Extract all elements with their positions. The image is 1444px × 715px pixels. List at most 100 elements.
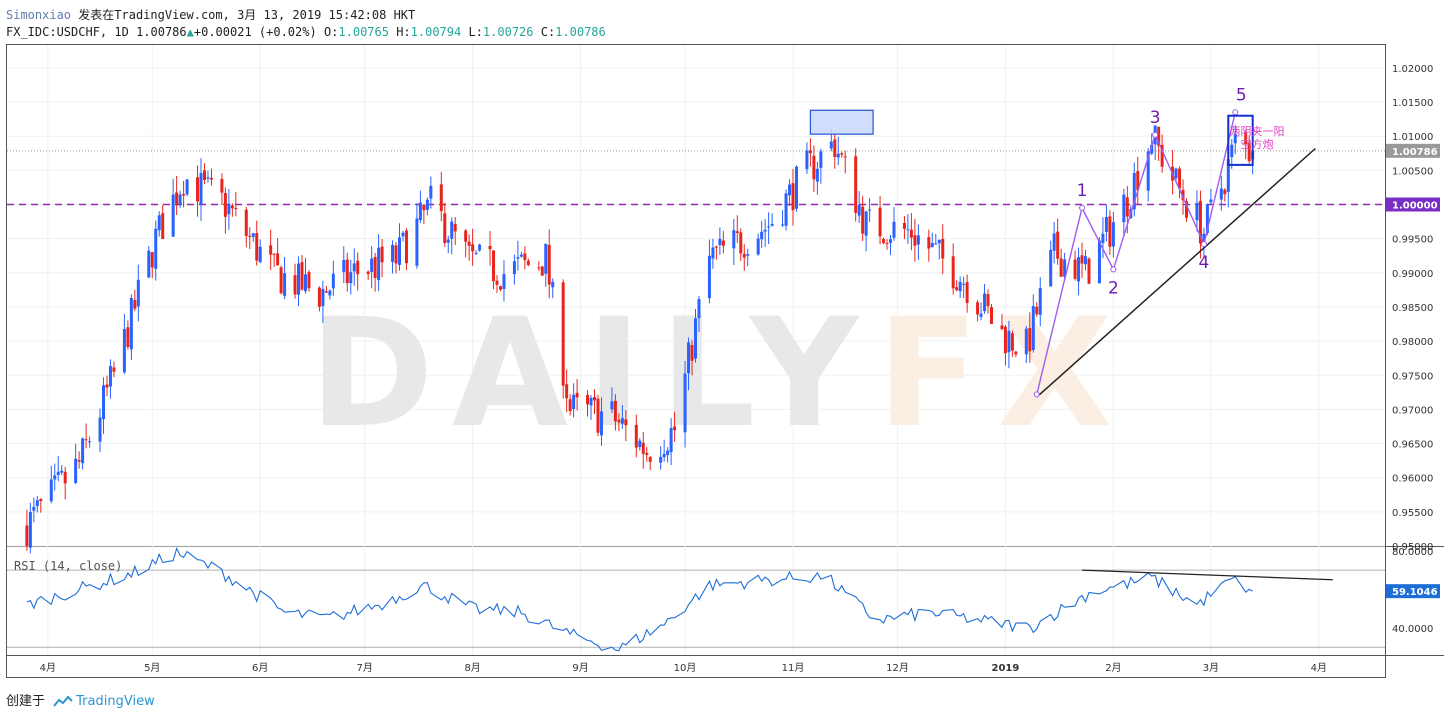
candle-body (885, 243, 889, 245)
candle-body (836, 153, 840, 158)
price-tick-label: 1.01500 (1392, 98, 1433, 109)
price-tick-label: 1.02000 (1392, 64, 1433, 75)
candle-body (669, 428, 673, 453)
candle-body (425, 199, 429, 210)
candle-body (202, 170, 206, 180)
candle-body (613, 400, 617, 422)
candle-body (283, 273, 287, 296)
candle-body (666, 450, 670, 456)
candle-body (147, 250, 151, 278)
candle-body (962, 283, 966, 285)
rsi-tick-label: 80.0000 (1392, 547, 1433, 558)
candle-body (1080, 255, 1084, 264)
wave-label: 1 (1077, 181, 1088, 201)
candle-body (133, 299, 137, 309)
candle-body (391, 244, 395, 262)
candle-body (1104, 217, 1108, 232)
candle-body (1000, 325, 1004, 330)
candle-body (251, 233, 255, 237)
wave-point (1110, 266, 1117, 273)
candle-body (1108, 216, 1112, 247)
candle-body (345, 259, 349, 284)
candle-body (788, 184, 792, 196)
candle-body (732, 230, 736, 249)
candle-body (150, 252, 154, 268)
candle-body (129, 298, 133, 350)
candle-body (1014, 351, 1018, 355)
candle-body (861, 206, 865, 234)
candle-body (854, 156, 858, 213)
candle-body (102, 385, 106, 420)
candle-body (561, 282, 565, 386)
price-tick-label: 1.01000 (1392, 132, 1433, 143)
candle-body (1087, 258, 1091, 284)
candle-body (206, 177, 210, 179)
candle-body (544, 244, 548, 274)
candle-body (951, 256, 955, 289)
candle-body (321, 288, 325, 306)
candle-body (913, 235, 917, 246)
candle-body (1049, 249, 1053, 287)
candle-body (909, 229, 913, 238)
candle-body (293, 275, 297, 295)
price-tick-label: 0.97500 (1392, 371, 1433, 382)
chart-canvas[interactable]: DAILYFX 1 2 3 4 5 两阴夹一阳空方炮 1.02000 1.01500 1.01… (0, 0, 1444, 715)
price-tick-label: 0.98500 (1392, 303, 1433, 314)
candle-body (829, 141, 833, 149)
candle-body (638, 440, 642, 447)
candle-body (60, 470, 64, 473)
resistance-box (809, 109, 874, 135)
candle-body (763, 229, 767, 232)
candle-body (808, 150, 812, 154)
candle-body (74, 458, 78, 484)
candle-body (478, 244, 482, 251)
candle-body (1007, 330, 1011, 353)
candle-body (565, 384, 569, 399)
candle-body (1084, 256, 1088, 265)
candle-body (989, 307, 993, 324)
watermark: DAILYFX (309, 287, 1130, 461)
candle-body (122, 329, 126, 373)
candle-body (857, 205, 861, 216)
candle-body (1056, 231, 1060, 259)
candle-body (568, 399, 572, 412)
candle-body (906, 229, 910, 231)
candle-body (711, 247, 715, 259)
candle-body (662, 453, 666, 458)
candle-body (230, 205, 234, 209)
candle-body (418, 202, 422, 221)
candle-body (718, 238, 722, 246)
candle-body (819, 151, 823, 168)
candle-body (244, 209, 248, 236)
candle-body (976, 302, 980, 315)
candle-body (986, 294, 990, 307)
time-tick-label: 3月 (1203, 662, 1219, 674)
candle-body (467, 241, 471, 246)
candle-body (812, 155, 816, 180)
wave-label: 4 (1199, 253, 1210, 273)
candle-body (659, 456, 663, 463)
tradingview-logo-icon (53, 695, 73, 707)
tradingview-brand[interactable]: TradingView (76, 694, 155, 709)
candle-body (209, 177, 213, 180)
candle-body (53, 475, 57, 480)
candle-body (377, 247, 381, 281)
candle-body (220, 178, 224, 193)
candle-body (439, 184, 443, 212)
candle-body (979, 313, 983, 317)
candle-body (1052, 233, 1056, 251)
candle-body (1125, 197, 1129, 217)
candle-body (868, 209, 872, 211)
candle-body (404, 230, 408, 264)
candle-body (63, 471, 67, 484)
candle-body (126, 327, 130, 348)
candle-body (843, 156, 847, 158)
candle-body (805, 150, 809, 170)
candle-body (446, 239, 450, 243)
candle-body (297, 263, 301, 295)
rsi-value-tag-label: 59.1046 (1392, 587, 1438, 598)
candle-body (593, 397, 597, 401)
candle-body (39, 499, 43, 502)
candle-body (1122, 194, 1126, 223)
wave-point (1079, 204, 1086, 211)
